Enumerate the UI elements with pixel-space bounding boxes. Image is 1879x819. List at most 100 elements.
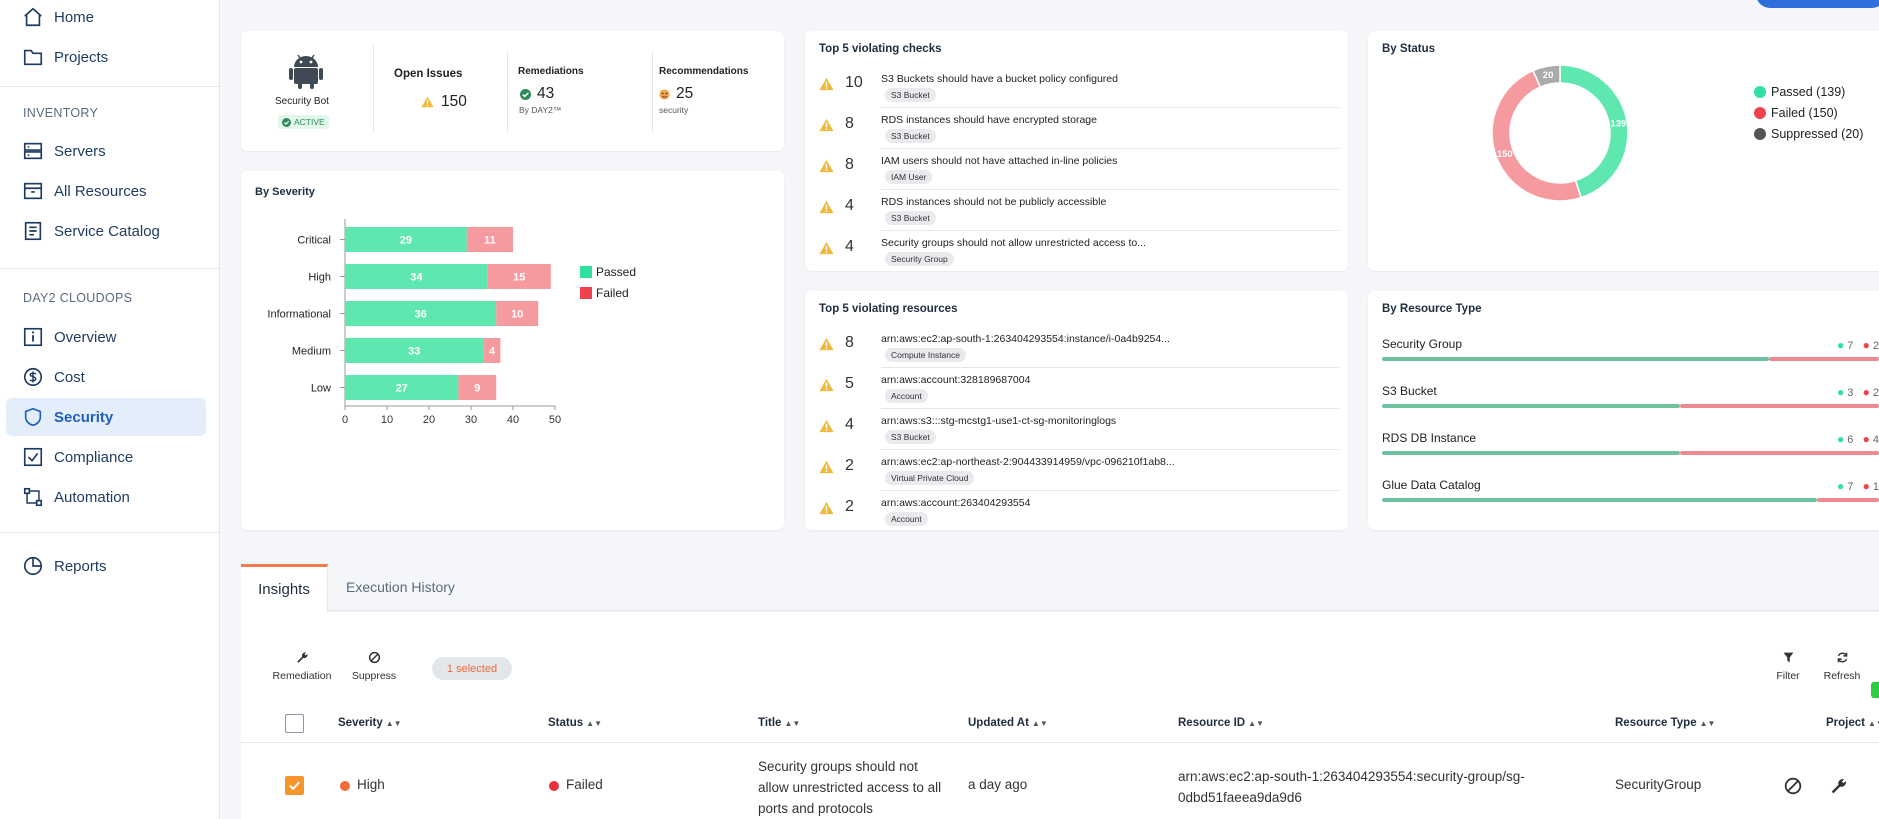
bot-name: Security Bot [275,96,329,107]
x-tick-label: 40 [507,414,519,426]
warning-icon [819,419,834,433]
sidebar-item-label: Reports [54,557,107,575]
filter-button[interactable]: Filter [1773,651,1803,687]
failed-bar [1768,357,1879,361]
row-checkbox[interactable] [285,776,304,795]
sidebar-item-security[interactable]: Security [6,398,206,436]
sidebar-item-cost[interactable]: Cost [6,358,206,396]
violation-row[interactable]: 10 S3 Buckets should have a bucket policy… [819,71,1339,111]
resource-tag: S3 Bucket [885,88,936,102]
legend-dot-passed [1754,86,1766,98]
sidebar-item-overview[interactable]: Overview [6,318,206,356]
card-title: Top 5 violating checks [819,43,942,55]
refresh-button[interactable]: Refresh [1822,651,1862,687]
sidebar-item-all-resources[interactable]: All Resources [6,172,206,210]
column-header-updated-at[interactable]: Updated At ▲▼ [968,717,1048,729]
sort-icon: ▲▼ [1868,719,1879,728]
android-robot-icon [289,54,323,89]
divider [507,51,508,133]
sidebar-item-automation[interactable]: Automation [6,478,206,516]
violation-row[interactable]: 5 arn:aws:account:328189687004 Account [819,372,1339,412]
shield-icon [24,407,42,427]
sort-icon: ▲▼ [385,719,402,728]
passed-bar [1382,357,1769,361]
sidebar-item-service-catalog[interactable]: Service Catalog [6,212,206,250]
violation-row[interactable]: 2 arn:aws:account:263404293554 Account [819,495,1339,535]
tab-execution-history[interactable]: Execution History [346,579,455,595]
slice-passed [1559,64,1629,199]
violation-row[interactable]: 4 Security groups should not allow unrest… [819,235,1339,275]
category-label: High [308,272,331,284]
lightbulb-face-icon [659,89,670,100]
sort-icon: ▲▼ [586,719,602,728]
failed-bar [1680,451,1879,455]
sidebar-item-projects[interactable]: Projects [6,38,206,76]
box-icon [23,182,43,200]
card-title: Top 5 violating resources [819,303,958,315]
warning-icon [819,337,834,351]
data-label: 11 [484,235,496,247]
remediate-row-icon[interactable] [1830,777,1848,795]
violation-count: 8 [845,115,854,132]
failed-bar [1680,404,1879,408]
resource-tag: Security Group [885,252,954,266]
select-all-checkbox[interactable] [285,714,304,733]
resource-id-cell: arn:aws:ec2:ap-south-1:263404293554:secu… [1178,769,1525,805]
violation-row[interactable]: 8 arn:aws:ec2:ap-south-1:263404293554:ins… [819,331,1339,371]
violation-row[interactable]: 4 RDS instances should not be publicly ac… [819,194,1339,234]
column-header-status[interactable]: Status ▲▼ [548,717,602,729]
slice-label: 150 [1497,149,1513,160]
resource-tag: S3 Bucket [885,129,936,143]
violation-row[interactable]: 2 arn:aws:ec2:ap-northeast-2:904433914959… [819,454,1339,494]
sidebar-item-label: Automation [54,488,130,506]
violation-row[interactable]: 4 arn:aws:s3:::stg-mcstg1-use1-ct-sg-moni… [819,413,1339,453]
x-tick-label: 20 [423,414,435,426]
column-header-resource-type[interactable]: Resource Type ▲▼ [1615,717,1715,729]
violation-count: 4 [845,238,854,255]
primary-action-button[interactable] [1756,0,1879,8]
sidebar-item-compliance[interactable]: Compliance [6,438,206,476]
sidebar-item-servers[interactable]: Servers [6,132,206,170]
warning-icon [819,77,834,91]
remediation-button[interactable]: Remediation [270,651,334,687]
column-header-title[interactable]: Title ▲▼ [758,717,800,729]
violation-title: arn:aws:s3:::stg-mcstg1-use1-ct-sg-monit… [881,415,1117,427]
warning-icon [819,378,834,392]
nav-section-cloudops: DAY2 CLOUDOPS [23,291,133,305]
status-cell: Failed [566,777,603,792]
violation-title: arn:aws:ec2:ap-south-1:263404293554:inst… [881,333,1170,345]
sidebar-item-label: Home [54,8,95,26]
row-divider [881,230,1339,231]
refresh-label: Refresh [1823,670,1861,682]
suppress-row-icon[interactable] [1784,777,1802,795]
column-header-project[interactable]: Project▲▼ [1826,717,1879,729]
violation-title: IAM users should not have attached in-li… [881,155,1118,167]
legend-label: Failed (150) [1771,106,1838,120]
suppress-button[interactable]: Suppress [348,651,400,687]
sidebar-item-label: Security [54,408,114,426]
refresh-icon [1837,652,1847,663]
data-label: 10 [511,309,523,321]
column-header-severity[interactable]: Severity ▲▼ [338,717,402,729]
passed-count: 7 [1847,481,1854,493]
status-dot [549,781,559,791]
category-label: Informational [267,309,331,321]
failed-count: 2 [1872,387,1879,399]
violation-row[interactable]: 8 RDS instances should have encrypted sto… [819,112,1339,152]
violation-row[interactable]: 8 IAM users should not have attached in-l… [819,153,1339,193]
x-tick-label: 50 [549,414,561,426]
passed-bar [1382,451,1681,455]
slice-label: 20 [1543,70,1554,81]
slice-label: 139 [1610,119,1626,130]
column-header-resource-id[interactable]: Resource ID ▲▼ [1178,717,1264,729]
warning-icon [819,460,834,474]
violation-title: Security groups should not allow unrestr… [881,237,1146,249]
sidebar-item-reports[interactable]: Reports [6,547,206,585]
sidebar-item-home[interactable]: Home [6,0,206,36]
row-divider [881,449,1339,450]
sidebar-item-label: Cost [54,368,85,386]
violation-title: S3 Buckets should have a bucket policy c… [881,73,1118,85]
tab-insights[interactable]: Insights [241,564,328,612]
severity-card: By Severity 0 10 20 30 40 50 Critical 29 11 High 3… [241,171,784,530]
resource-type-counts: ● 7 ● 2 [1836,338,1879,352]
